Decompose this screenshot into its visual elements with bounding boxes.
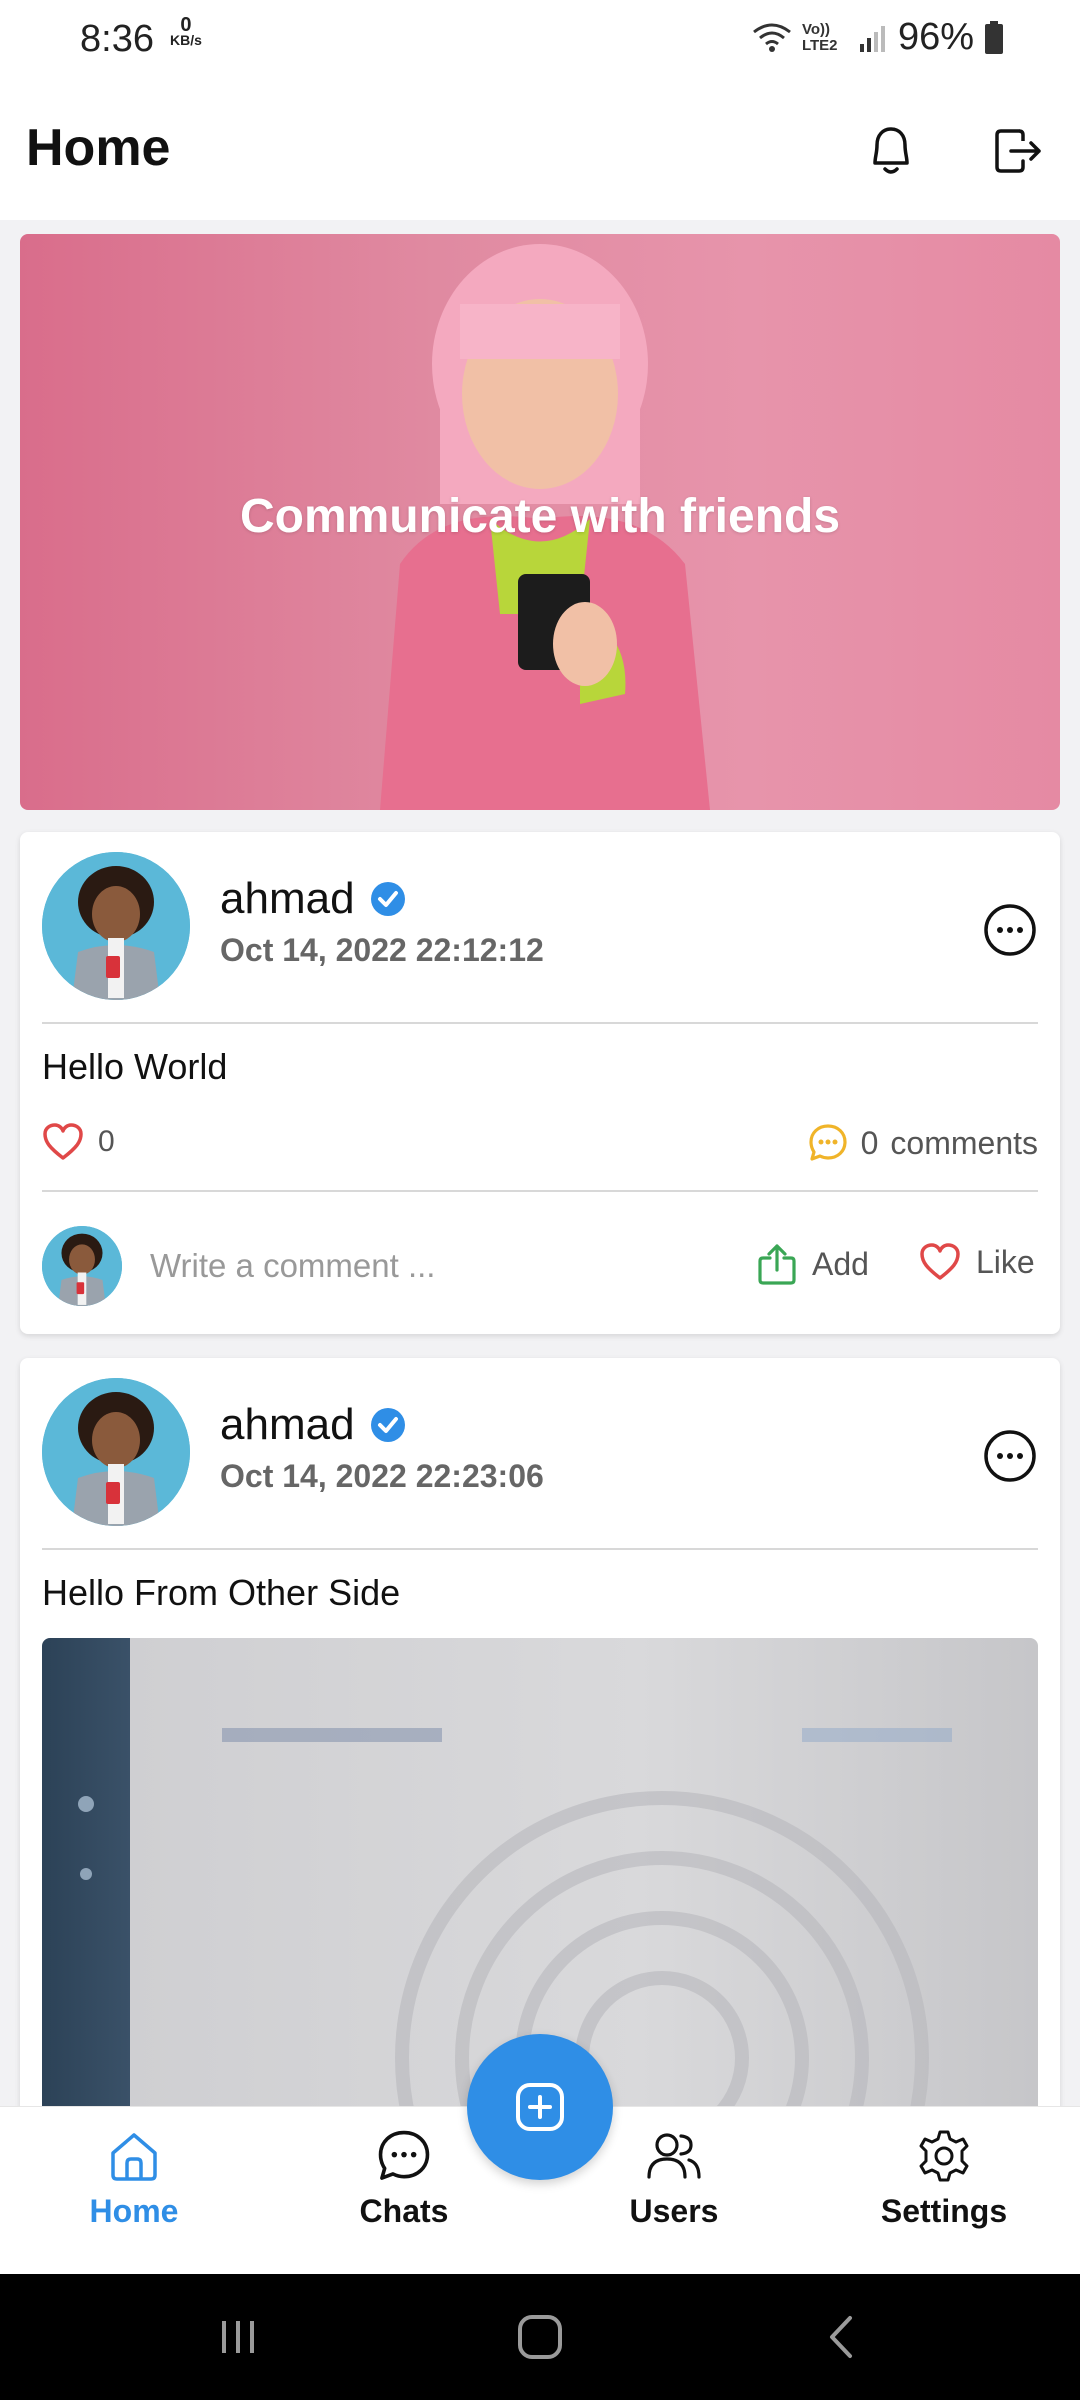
back-button[interactable] [802,2304,882,2370]
network-speed: 0 KB/s [170,14,202,48]
avatar-image [42,1226,122,1306]
post-text: Hello From Other Side [42,1572,401,1613]
nav-settings-label: Settings [880,2193,1008,2229]
comments-counter[interactable]: 0 comments [807,1122,1038,1164]
share-upload-icon [758,1244,796,1285]
recent-apps-button[interactable] [198,2304,278,2370]
post-card: ahmad Oct 14, 2022 22:23:06 Hello From O… [20,1358,1060,2118]
status-indicators: Vo)) LTE2 96% [752,16,1004,59]
system-navigation-bar [0,2274,1080,2400]
network-speed-unit: KB/s [170,32,202,48]
heart-icon [43,1123,83,1160]
settings-icon [919,2130,969,2182]
app-header: Home [0,80,1080,220]
more-options-icon [984,904,1036,956]
chat-icon [378,2130,430,2180]
nav-users[interactable]: Users [574,2127,774,2230]
likes-count: 0 [98,1125,115,1158]
network-type-label: Vo)) LTE2 [801,20,838,54]
like-button[interactable]: Like [918,1242,1035,1282]
author-name[interactable]: ahmad [220,1400,355,1450]
logout-button[interactable] [980,114,1054,188]
avatar-image [42,1378,190,1526]
comments-label: comments [890,1124,1038,1161]
current-user-avatar [42,1226,122,1306]
heart-icon [920,1243,960,1280]
like-label: Like [976,1243,1035,1280]
nav-settings[interactable]: Settings [844,2127,1044,2230]
welcome-banner: Communicate with friends [20,234,1060,810]
recent-apps-icon [222,2321,254,2353]
author-row: ahmad [220,874,407,924]
author-avatar[interactable] [42,852,190,1000]
author-name[interactable]: ahmad [220,874,355,924]
network-speed-value: 0 [180,14,192,36]
logout-icon [995,129,1041,173]
battery-percent: 96% [897,16,974,58]
likes-counter[interactable]: 0 [42,1122,115,1162]
status-bar: 8:36 0 KB/s Vo)) LTE2 96% [0,0,1080,80]
add-comment-button[interactable]: Add [756,1242,869,1286]
divider [42,1022,1038,1024]
divider [42,1548,1038,1550]
home-icon [111,2133,157,2181]
post-date: Oct 14, 2022 22:12:12 [220,932,544,968]
battery-icon [985,20,1003,54]
author-row: ahmad [220,1400,407,1450]
divider [42,1190,1038,1192]
verified-badge-icon [370,882,405,916]
author-avatar[interactable] [42,1378,190,1526]
post-card: ahmad Oct 14, 2022 22:12:12 Hello World … [20,832,1060,1334]
signal-icon [859,25,885,52]
page-title: Home [26,119,171,177]
nav-home[interactable]: Home [34,2127,234,2230]
nav-users-label: Users [629,2193,719,2229]
comment-input[interactable] [150,1236,710,1296]
nav-chats[interactable]: Chats [304,2127,504,2230]
nav-chats-label: Chats [359,2193,449,2229]
add-post-icon [516,2083,564,2131]
back-arrow-icon [830,2316,852,2358]
post-options-button[interactable] [980,1426,1040,1486]
post-options-button[interactable] [980,900,1040,960]
post-text: Hello World [42,1046,228,1087]
wifi-icon [753,23,791,52]
status-time: 8:36 [80,18,154,60]
add-label: Add [812,1245,869,1282]
comments-count: 0 [860,1124,879,1161]
home-system-button[interactable] [500,2304,580,2370]
more-options-icon [984,1430,1036,1482]
nav-home-label: Home [89,2193,179,2229]
notifications-button[interactable] [854,114,928,188]
verified-badge-icon [370,1408,405,1442]
home-circle-icon [518,2315,562,2359]
bell-icon [873,127,909,174]
users-icon [647,2133,701,2179]
banner-title: Communicate with friends [239,490,841,543]
avatar-image [42,852,190,1000]
post-date: Oct 14, 2022 22:23:06 [220,1458,544,1494]
create-post-button[interactable] [467,2034,613,2180]
comment-icon [809,1124,847,1161]
